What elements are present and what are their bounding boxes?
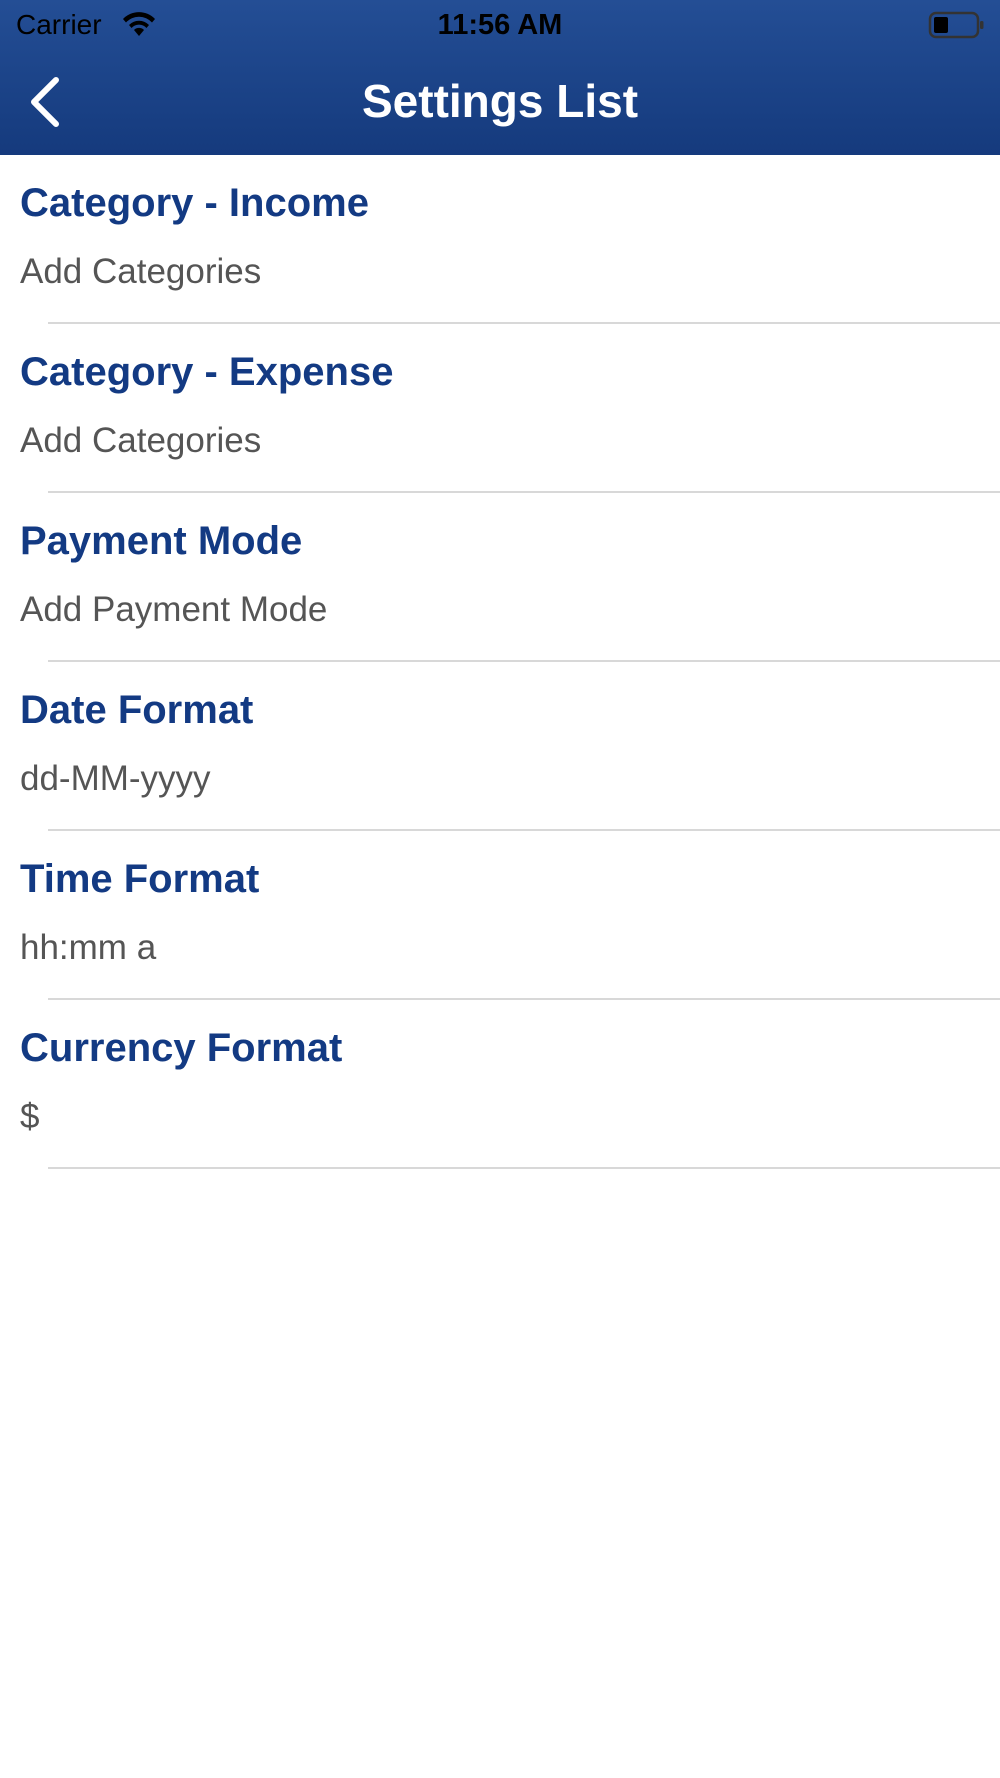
status-bar: Carrier 11:56 AM <box>0 0 1000 50</box>
settings-item-title: Time Format <box>20 857 260 901</box>
settings-list: Category - Income Add Categories Categor… <box>0 155 1000 1169</box>
settings-item-category-expense[interactable]: Category - Expense Add Categories <box>0 324 1000 493</box>
page-title: Settings List <box>361 75 639 127</box>
battery-icon <box>928 10 986 40</box>
settings-item-currency-format[interactable]: Currency Format $ <box>0 1000 1000 1169</box>
settings-item-value: Add Payment Mode <box>20 590 328 629</box>
settings-item-title: Currency Format <box>20 1026 343 1070</box>
settings-item-category-income[interactable]: Category - Income Add Categories <box>0 155 1000 324</box>
settings-item-title: Payment Mode <box>20 519 303 563</box>
settings-item-title: Category - Income <box>20 181 369 225</box>
settings-item-title: Date Format <box>20 688 254 732</box>
settings-item-value: Add Categories <box>20 421 262 460</box>
divider <box>48 1167 1000 1169</box>
settings-item-value: hh:mm a <box>20 928 157 967</box>
settings-screen: Carrier 11:56 AM Settings List Category … <box>0 0 1000 1778</box>
settings-item-value: dd-MM-yyyy <box>20 759 211 798</box>
settings-item-value: $ <box>20 1097 40 1136</box>
settings-item-title: Category - Expense <box>20 350 394 394</box>
header: Carrier 11:56 AM Settings List <box>0 0 1000 155</box>
settings-item-time-format[interactable]: Time Format hh:mm a <box>0 831 1000 1000</box>
settings-item-value: Add Categories <box>20 252 262 291</box>
navigation-bar: Settings List <box>0 50 1000 155</box>
settings-item-date-format[interactable]: Date Format dd-MM-yyyy <box>0 662 1000 831</box>
status-time: 11:56 AM <box>437 9 563 41</box>
settings-item-payment-mode[interactable]: Payment Mode Add Payment Mode <box>0 493 1000 662</box>
